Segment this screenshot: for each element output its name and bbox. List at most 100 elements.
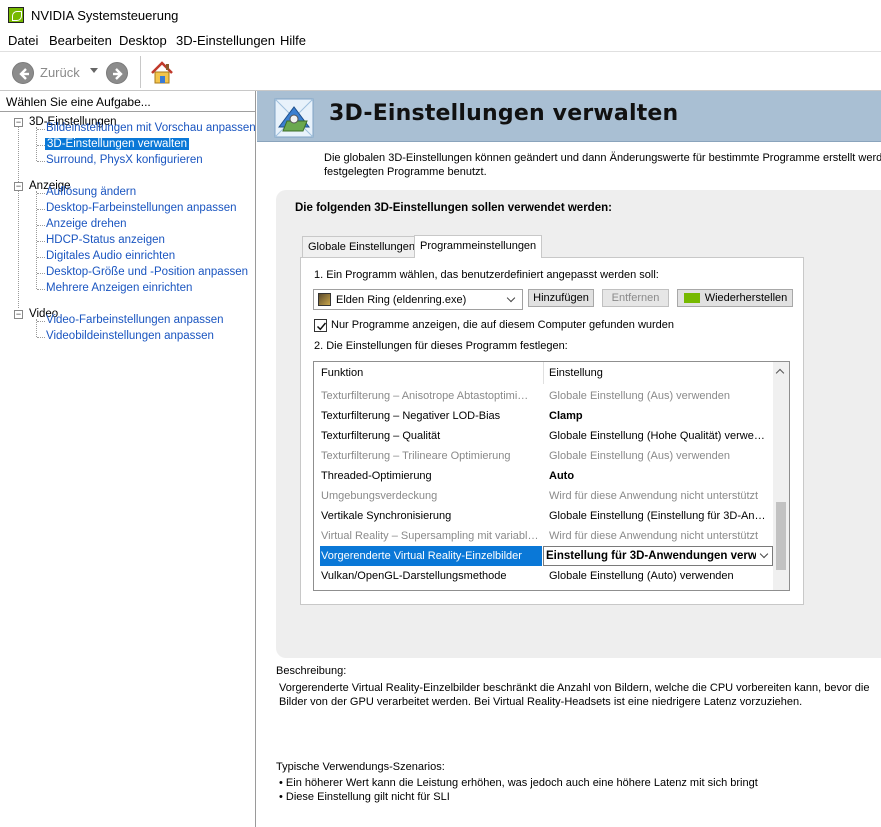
header-einstellung[interactable]: Einstellung	[549, 367, 603, 379]
table-row[interactable]: Texturfilterung – Negativer LOD-Bias Cla…	[314, 406, 773, 426]
tree-item-desktop-farbe[interactable]: Desktop-Farbeinstellungen anpassen	[46, 202, 237, 214]
tree-item-surround-physx[interactable]: Surround, PhysX konfigurieren	[46, 154, 203, 166]
row-function: Virtual Reality – Supersampling mit vari…	[321, 530, 539, 542]
tree-branch	[37, 225, 45, 226]
page-title: 3D-Einstellungen verwalten	[329, 101, 679, 126]
restore-button-label: Wiederherstellen	[704, 292, 788, 304]
header-funktion[interactable]: Funktion	[321, 367, 363, 379]
collapse-3d-icon[interactable]: −	[14, 118, 23, 127]
table-row-selected[interactable]: Vorgerenderte Virtual Reality-Einzelbild…	[314, 546, 773, 566]
row-function: Texturfilterung – Negativer LOD-Bias	[321, 410, 501, 422]
restore-button[interactable]: Wiederherstellen	[677, 289, 793, 307]
intro-line: festgelegten Programme benutzt.	[324, 166, 487, 178]
table-row[interactable]: Vertikale Synchronisierung Globale Einst…	[314, 506, 773, 526]
app-window: NVIDIA Systemsteuerung Datei Bearbeiten …	[0, 0, 881, 827]
intro-line: Die globalen 3D-Einstellungen können geä…	[324, 152, 881, 164]
tree-branch	[37, 193, 45, 194]
tab-globale-einstellungen[interactable]: Globale Einstellungen	[302, 236, 422, 257]
tree-branch	[37, 289, 45, 290]
tree-item-hdcp[interactable]: HDCP-Status anzeigen	[46, 234, 165, 246]
table-row[interactable]: Texturfilterung – Anisotrope Abtastoptim…	[314, 386, 773, 406]
scroll-up-icon[interactable]	[775, 368, 785, 378]
3d-cube-icon	[269, 95, 319, 141]
row-setting: Globale Einstellung (Auto) verwenden	[549, 570, 734, 582]
title-bar: NVIDIA Systemsteuerung	[0, 0, 881, 31]
table-row[interactable]: Texturfilterung – Trilineare Optimierung…	[314, 446, 773, 466]
settings-grid: Funktion Einstellung Texturfilterung – A…	[313, 361, 790, 591]
tree-branch	[37, 161, 45, 162]
history-dropdown-icon[interactable]	[90, 68, 98, 73]
table-row[interactable]: Threaded-Optimierung Auto	[314, 466, 773, 486]
usage-item-text: Ein höherer Wert kann die Leistung erhöh…	[285, 777, 758, 789]
grid-scrollbar[interactable]	[773, 362, 789, 590]
row-function: Texturfilterung – Anisotrope Abtastoptim…	[321, 390, 529, 402]
scrollbar-thumb[interactable]	[776, 502, 786, 570]
setting-combobox-value: Einstellung für 3D-Anwendungen verw	[546, 550, 756, 562]
tree-item-anzeige-drehen[interactable]: Anzeige drehen	[46, 218, 127, 230]
tree-item-desktop-groesse[interactable]: Desktop-Größe und -Position anpassen	[46, 266, 248, 278]
row-setting: Globale Einstellung (Aus) verwenden	[549, 390, 730, 402]
chevron-down-icon	[759, 549, 769, 559]
tree-item-mehrere-anzeigen[interactable]: Mehrere Anzeigen einrichten	[46, 282, 192, 294]
back-button-label[interactable]: Zurück	[40, 65, 80, 80]
tree-item-aufloesung[interactable]: Auflösung ändern	[46, 186, 136, 198]
nvidia-logo-icon	[684, 293, 700, 303]
row-function: Texturfilterung – Qualität	[321, 430, 441, 442]
table-row[interactable]: Virtual Reality – Supersampling mit vari…	[314, 526, 773, 546]
tree-branch	[37, 257, 45, 258]
table-row[interactable]: Vulkan/OpenGL-Darstellungsmethode Global…	[314, 566, 773, 586]
usage-label: Typische Verwendungs-Szenarios:	[276, 761, 445, 773]
tree-item-digitales-audio[interactable]: Digitales Audio einrichten	[46, 250, 175, 262]
grid-header: Funktion Einstellung	[314, 362, 774, 384]
menu-desktop[interactable]: Desktop	[119, 33, 167, 48]
collapse-video-icon[interactable]: −	[14, 310, 23, 319]
settings-heading: Die folgenden 3D-Einstellungen sollen ve…	[295, 202, 612, 214]
row-setting: Wird für diese Anwendung nicht unterstüt…	[549, 490, 759, 502]
row-function: Vulkan/OpenGL-Darstellungsmethode	[321, 570, 507, 582]
usage-item: • Diese Einstellung gilt nicht für SLI	[279, 791, 450, 803]
tree-item-3d-verwalten[interactable]: 3D-Einstellungen verwalten	[45, 138, 189, 150]
row-setting: Clamp	[549, 410, 583, 422]
menu-3d-einstellungen[interactable]: 3D-Einstellungen	[176, 33, 275, 48]
add-program-button[interactable]: Hinzufügen	[528, 289, 594, 307]
table-row[interactable]: Texturfilterung – Qualität Globale Einst…	[314, 426, 773, 446]
menu-datei[interactable]: Datei	[8, 33, 38, 48]
row-setting: Globale Einstellung (Aus) verwenden	[549, 450, 730, 462]
tree-connector	[36, 191, 37, 289]
table-row[interactable]: Umgebungsverdeckung Wird für diese Anwen…	[314, 486, 773, 506]
page-banner: 3D-Einstellungen verwalten	[257, 91, 881, 142]
tree-branch	[37, 145, 45, 146]
tree-item-bildeinstellungen[interactable]: Bildeinstellungen mit Vorschau anpassen	[46, 122, 256, 134]
program-selected-value: Elden Ring (eldenring.exe)	[336, 294, 467, 306]
setting-combobox[interactable]: Einstellung für 3D-Anwendungen verw	[543, 546, 773, 566]
menu-hilfe[interactable]: Hilfe	[280, 33, 306, 48]
row-setting: Wird für diese Anwendung nicht unterstüt…	[549, 530, 759, 542]
usage-item: • Ein höherer Wert kann die Leistung erh…	[279, 777, 758, 789]
tree-branch	[37, 241, 45, 242]
back-arrow-icon[interactable]	[12, 62, 34, 84]
sidebar-header: Wählen Sie eine Aufgabe...	[6, 95, 151, 109]
tree-item-videobild[interactable]: Videobildeinstellungen anpassen	[46, 330, 214, 342]
forward-arrow-icon[interactable]	[106, 62, 128, 84]
description-line: Vorgerenderte Virtual Reality-Einzelbild…	[279, 682, 870, 694]
found-programs-checkbox[interactable]	[314, 319, 327, 332]
settings-group: Die folgenden 3D-Einstellungen sollen ve…	[276, 190, 881, 658]
step2-label: 2. Die Einstellungen für dieses Programm…	[314, 340, 568, 352]
tree-item-video-farbe[interactable]: Video-Farbeinstellungen anpassen	[46, 314, 224, 326]
row-function: Vorgerenderte Virtual Reality-Einzelbild…	[321, 550, 522, 562]
row-function: Texturfilterung – Trilineare Optimierung	[321, 450, 511, 462]
found-programs-label[interactable]: Nur Programme anzeigen, die auf diesem C…	[331, 319, 674, 331]
content-panel: 3D-Einstellungen verwalten Die globalen …	[257, 91, 881, 827]
description-text: Vorgerenderte Virtual Reality-Einzelbild…	[279, 681, 879, 709]
menu-bearbeiten[interactable]: Bearbeiten	[49, 33, 112, 48]
description-label: Beschreibung:	[276, 665, 347, 677]
toolbar: Zurück	[0, 51, 881, 91]
collapse-anzeige-icon[interactable]: −	[14, 182, 23, 191]
column-separator[interactable]	[543, 362, 544, 384]
program-select[interactable]: Elden Ring (eldenring.exe)	[313, 289, 523, 310]
tab-programmeinstellungen[interactable]: Programmeinstellungen	[414, 235, 543, 258]
home-icon[interactable]	[149, 60, 175, 86]
tree-branch	[37, 337, 45, 338]
remove-program-button[interactable]: Entfernen	[602, 289, 669, 307]
step1-label: 1. Ein Programm wählen, das benutzerdefi…	[314, 269, 659, 281]
